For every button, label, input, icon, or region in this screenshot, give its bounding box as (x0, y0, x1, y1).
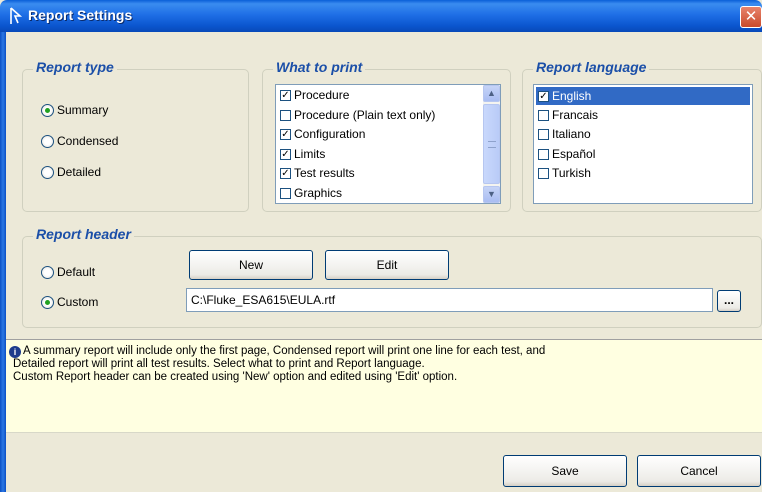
checkbox-checked[interactable]: ✓ (280, 89, 291, 101)
app-icon (10, 7, 23, 24)
info-line-1: iA summary report will include only the … (9, 345, 762, 358)
report-header-group: Report header Default Custom New Edit C:… (22, 226, 762, 328)
cancel-button[interactable]: Cancel (637, 455, 761, 487)
radio-condensed[interactable]: Condensed (41, 133, 118, 149)
list-item[interactable]: Procedure (Plain text only) (280, 106, 435, 124)
checkbox[interactable] (280, 109, 291, 121)
browse-button[interactable]: ... (717, 290, 741, 312)
radio-custom-label: Custom (57, 295, 99, 309)
list-item[interactable]: Graphics (280, 184, 342, 202)
checkbox-checked[interactable]: ✓ (538, 90, 549, 102)
header-path-field[interactable]: C:\Fluke_ESA615\EULA.rtf (186, 288, 713, 312)
checkbox[interactable] (280, 187, 291, 199)
checkbox-checked[interactable]: ✓ (280, 148, 291, 160)
list-item-label: Procedure (Plain text only) (294, 108, 436, 122)
what-to-print-list[interactable]: ✓ Procedure Procedure (Plain text only) … (275, 84, 501, 204)
radio-detailed-label: Detailed (57, 165, 102, 179)
checkbox-checked[interactable]: ✓ (280, 128, 291, 140)
report-type-group: Report type Summary Condensed Detailed (22, 59, 249, 212)
report-language-list[interactable]: ✓ English Francais Italiano Español Turk… (533, 84, 753, 204)
list-item[interactable]: ✓ Test results (280, 164, 355, 182)
list-item-label: Procedure (294, 88, 350, 102)
list-item-label: Test results (294, 166, 355, 180)
checkbox-checked[interactable]: ✓ (280, 167, 291, 179)
radio-icon (41, 265, 54, 279)
info-line-3: Custom Report header can be created usin… (13, 371, 458, 383)
list-item[interactable]: Español (538, 145, 595, 163)
close-button[interactable]: ✕ (740, 6, 762, 28)
new-button[interactable]: New (189, 250, 313, 280)
list-item[interactable]: ✓ Limits (280, 145, 325, 163)
radio-default[interactable]: Default (41, 264, 95, 280)
list-item[interactable]: Turkish (538, 164, 591, 182)
checkbox[interactable] (538, 109, 549, 121)
radio-custom[interactable]: Custom (41, 294, 98, 310)
list-item[interactable]: ✓ English (536, 87, 750, 105)
radio-summary-label: Summary (57, 103, 109, 117)
radio-detailed[interactable]: Detailed (41, 164, 101, 180)
info-icon: i (9, 346, 21, 358)
list-item-label: Configuration (294, 127, 366, 141)
list-item-label: Graphics (294, 186, 343, 200)
list-item-label: Turkish (552, 166, 591, 180)
list-item[interactable]: ✓ Configuration (280, 125, 365, 143)
list-item[interactable]: Italiano (538, 125, 591, 143)
radio-icon (41, 165, 54, 179)
radio-default-label: Default (57, 265, 96, 279)
report-header-legend: Report header (33, 226, 134, 242)
info-text: A summary report will include only the f… (23, 345, 546, 357)
checkbox[interactable] (538, 148, 549, 160)
report-language-legend: Report language (533, 59, 650, 75)
radio-icon (41, 134, 54, 148)
what-to-print-group: What to print ✓ Procedure Procedure (Pla… (262, 59, 511, 212)
list-scrollbar[interactable]: ▲ ▼ (483, 85, 500, 203)
list-item[interactable]: ✓ Procedure (280, 86, 349, 104)
scroll-thumb[interactable] (483, 104, 500, 184)
list-item-label: Francais (552, 108, 599, 122)
list-item-label: Español (552, 147, 596, 161)
scroll-down-icon[interactable]: ▼ (483, 186, 500, 203)
grip-icon (488, 141, 496, 148)
checkbox[interactable] (538, 167, 549, 179)
scroll-up-icon[interactable]: ▲ (483, 85, 500, 102)
close-icon: ✕ (744, 8, 758, 25)
what-to-print-legend: What to print (273, 59, 366, 75)
report-type-legend: Report type (33, 59, 117, 75)
info-panel: iA summary report will include only the … (6, 339, 762, 433)
checkbox[interactable] (538, 128, 549, 140)
list-item-label: Italiano (552, 127, 591, 141)
info-line-2: Detailed report will print all test resu… (13, 358, 425, 370)
title-bar[interactable]: Report Settings ✕ (0, 0, 762, 32)
radio-icon (41, 103, 54, 117)
window-title: Report Settings (28, 7, 133, 23)
list-item[interactable]: Francais (538, 106, 598, 124)
save-button[interactable]: Save (503, 455, 627, 487)
radio-icon (41, 295, 54, 309)
edit-button[interactable]: Edit (325, 250, 449, 280)
report-language-group: Report language ✓ English Francais Itali… (522, 59, 762, 212)
radio-condensed-label: Condensed (57, 134, 119, 148)
list-item-label: Limits (294, 147, 326, 161)
radio-summary[interactable]: Summary (41, 102, 108, 118)
list-item-label: English (552, 89, 592, 103)
